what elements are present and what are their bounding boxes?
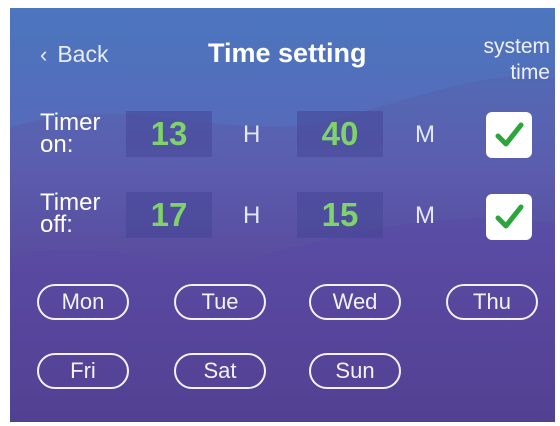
day-button-sat[interactable]: Sat	[174, 353, 266, 389]
checkmark-icon	[495, 204, 524, 229]
page-title: Time setting	[208, 38, 367, 68]
system-time-label-line2: time	[510, 61, 550, 84]
timer-on-hour-unit: H	[243, 121, 261, 148]
day-button-sun[interactable]: Sun	[309, 353, 401, 389]
day-button-thu[interactable]: Thu	[446, 284, 538, 320]
day-button-tue[interactable]: Tue	[174, 284, 266, 320]
timer-off-minutes[interactable]: 15	[297, 192, 383, 238]
timer-on-label-line2: on:	[40, 131, 74, 158]
back-button[interactable]: ‹ Back	[40, 41, 108, 68]
timer-off-hours[interactable]: 17	[126, 192, 212, 238]
timer-off-label: Timer off:	[40, 191, 100, 238]
chevron-left-icon: ‹	[40, 41, 48, 67]
system-time-label-line1: system	[483, 35, 550, 58]
timer-off-minute-unit: M	[415, 202, 435, 229]
timer-on-hours[interactable]: 13	[126, 111, 212, 157]
checkmark-icon	[495, 122, 524, 147]
day-button-wed[interactable]: Wed	[309, 284, 401, 320]
timer-on-minute-unit: M	[415, 121, 435, 148]
timer-on-label: Timer on:	[40, 111, 100, 158]
day-button-fri[interactable]: Fri	[37, 353, 129, 389]
timer-off-label-line2: off:	[40, 211, 73, 238]
day-button-mon[interactable]: Mon	[37, 284, 129, 320]
time-setting-screen: ‹ Back Time setting system time Timer on…	[10, 8, 555, 422]
timer-off-hour-unit: H	[243, 202, 261, 229]
system-time-button[interactable]: system time	[450, 34, 550, 86]
back-label: Back	[57, 41, 109, 67]
timer-off-checkbox[interactable]	[486, 194, 532, 240]
timer-on-minutes[interactable]: 40	[297, 111, 383, 157]
timer-on-checkbox[interactable]	[486, 112, 532, 158]
